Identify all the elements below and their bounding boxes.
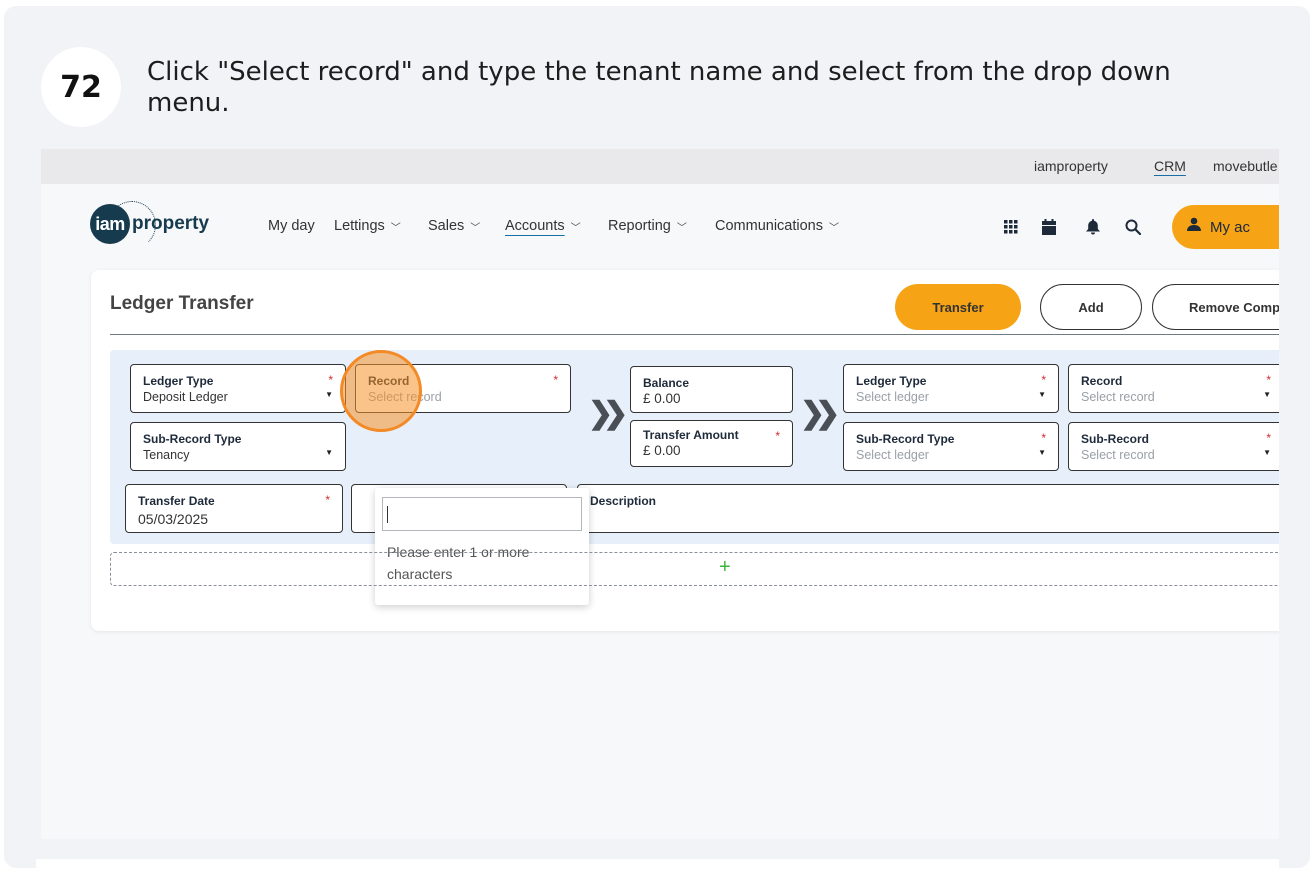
field-label: Transfer Amount (643, 428, 739, 442)
dropdown-arrow-icon: ▼ (1038, 448, 1046, 457)
field-label: Sub-Record Type (143, 432, 242, 446)
add-button[interactable]: Add (1040, 284, 1142, 330)
page-title: Ledger Transfer (110, 293, 254, 314)
field-placeholder: Select record (1081, 448, 1155, 462)
nav-item-reporting[interactable]: Reporting ﹀ (608, 218, 687, 234)
text-cursor (387, 506, 388, 523)
field-value: 05/03/2025 (138, 511, 209, 527)
transfer-arrow-icon: ❯❯ (588, 397, 628, 430)
field-value: £ 0.00 (643, 443, 681, 458)
logo-orbit-icon (108, 201, 156, 249)
required-marker: * (1266, 373, 1271, 387)
description-field[interactable]: Description * (577, 484, 1279, 533)
required-marker: * (328, 373, 333, 387)
click-highlight-indicator (340, 350, 422, 432)
target-sub-record-select[interactable]: Sub-Record Select record * ▼ (1068, 422, 1279, 471)
field-label: Record (1081, 374, 1123, 388)
title-divider (110, 334, 1279, 335)
apps-grid-icon[interactable] (1000, 216, 1022, 238)
brand-logo[interactable]: iam property (90, 201, 209, 249)
record-search-dropdown: Please enter 1 or more characters (375, 488, 589, 605)
chevron-down-icon: ﹀ (829, 222, 839, 234)
nav-label: Communications (715, 218, 823, 234)
required-marker: * (1266, 431, 1271, 445)
field-label: Sub-Record (1081, 432, 1150, 446)
target-ledger-type-select[interactable]: Ledger Type Select ledger * ▼ (843, 364, 1059, 413)
topbar-link-movebutler[interactable]: movebutle (1213, 158, 1278, 174)
required-marker: * (1041, 431, 1046, 445)
add-transfer-row[interactable]: + (110, 552, 1279, 586)
field-placeholder: Select record (1081, 390, 1155, 404)
field-value: Deposit Ledger (143, 390, 228, 404)
ledger-transfer-card: Ledger Transfer Transfer Add Remove Comp… (91, 270, 1279, 631)
nav-item-sales[interactable]: Sales ﹀ (428, 218, 480, 234)
step-instruction: Click "Select record" and type the tenan… (147, 57, 1171, 118)
my-account-label: My ac (1210, 218, 1251, 236)
chevron-down-icon: ﹀ (676, 222, 687, 234)
transfer-date-field[interactable]: Transfer Date 05/03/2025 * (125, 484, 343, 533)
user-icon (1187, 217, 1201, 236)
search-icon[interactable] (1122, 216, 1144, 238)
dropdown-arrow-icon: ▼ (1263, 390, 1271, 399)
field-value: Tenancy (143, 448, 190, 462)
balance-field: Balance £ 0.00 (630, 366, 793, 413)
record-search-input[interactable] (382, 497, 582, 531)
plus-icon: + (719, 556, 731, 578)
dropdown-arrow-icon: ▼ (325, 390, 333, 399)
app-screenshot: iamproperty CRM movebutle iam property M… (41, 149, 1279, 839)
chevron-down-icon: ﹀ (470, 222, 481, 234)
nav-item-my-day[interactable]: My day (268, 218, 315, 234)
required-marker: * (553, 373, 558, 387)
nav-label: Sales (428, 218, 465, 234)
nav-item-lettings[interactable]: Lettings ﹀ (334, 218, 401, 234)
calendar-icon[interactable] (1038, 216, 1060, 238)
field-label: Balance (643, 376, 690, 390)
step-number: 72 (41, 47, 121, 127)
transfer-form-area: Ledger Type Deposit Ledger * ▼ Record Se… (110, 350, 1279, 605)
chevron-down-icon: ﹀ (570, 222, 581, 234)
transfer-amount-field[interactable]: Transfer Amount £ 0.00 * (630, 420, 793, 467)
field-label: Ledger Type (143, 374, 214, 388)
nav-item-communications[interactable]: Communications ﹀ (715, 218, 839, 234)
my-account-button[interactable]: My ac (1172, 205, 1279, 249)
transfer-arrow-icon: ❯❯ (800, 397, 840, 430)
nav-label: Accounts (505, 218, 565, 234)
nav-label: Reporting (608, 218, 671, 234)
nav-item-accounts[interactable]: Accounts ﹀ (505, 218, 581, 234)
transfer-button[interactable]: Transfer (895, 284, 1021, 330)
field-placeholder: Select ledger (856, 390, 929, 404)
required-marker: * (325, 493, 330, 507)
dropdown-arrow-icon: ▼ (325, 448, 333, 457)
source-sub-record-type-select[interactable]: Sub-Record Type Tenancy ▼ (130, 422, 346, 471)
dropdown-arrow-icon: ▼ (1263, 448, 1271, 457)
remove-button[interactable]: Remove Comp (1152, 284, 1279, 330)
target-record-select[interactable]: Record Select record * ▼ (1068, 364, 1279, 413)
required-marker: * (775, 429, 780, 443)
topbar-link-crm[interactable]: CRM (1154, 158, 1186, 174)
chevron-down-icon: ﹀ (390, 222, 401, 234)
field-label: Ledger Type (856, 374, 927, 388)
top-utility-bar: iamproperty CRM movebutle (41, 149, 1279, 184)
target-sub-record-type-select[interactable]: Sub-Record Type Select ledger * ▼ (843, 422, 1059, 471)
bottom-strip (36, 859, 1279, 870)
source-ledger-type-select[interactable]: Ledger Type Deposit Ledger * ▼ (130, 364, 346, 413)
bell-icon[interactable] (1082, 216, 1104, 238)
field-label: Sub-Record Type (856, 432, 955, 446)
nav-label: My day (268, 218, 315, 234)
field-label: Description (590, 494, 657, 508)
nav-label: Lettings (334, 218, 385, 234)
field-placeholder: Select ledger (856, 448, 929, 462)
dropdown-arrow-icon: ▼ (1038, 390, 1046, 399)
field-label: Transfer Date (138, 494, 215, 508)
topbar-link-iamproperty[interactable]: iamproperty (1034, 158, 1108, 174)
field-value: £ 0.00 (643, 391, 681, 406)
required-marker: * (1041, 373, 1046, 387)
